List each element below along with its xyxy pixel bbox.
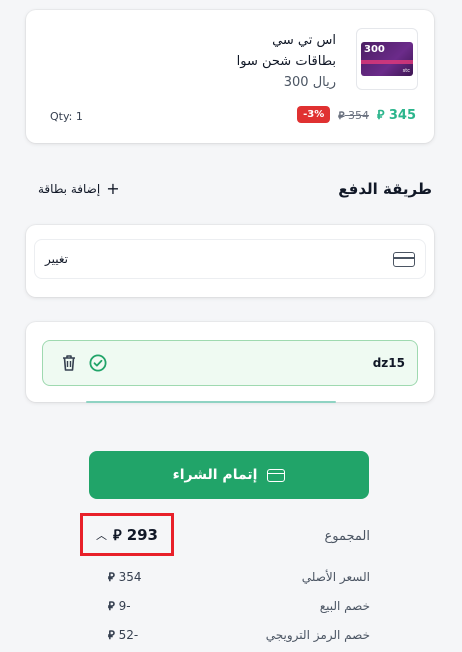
- promo-discount-value: ⃁ 52-: [108, 628, 138, 643]
- promo-discount-amount: 52-: [118, 628, 139, 642]
- add-card-button[interactable]: إضافة بطاقة +: [38, 179, 120, 198]
- currency-icon: ⃁: [112, 528, 122, 544]
- total-label: المجموع: [324, 529, 370, 544]
- trash-icon[interactable]: [61, 354, 77, 372]
- original-price-amount: 354: [118, 570, 142, 584]
- old-price-value: 354: [347, 108, 369, 122]
- thumb-brand: stc: [402, 68, 410, 74]
- check-circle-icon: [89, 354, 107, 372]
- product-info: اس تي سي بطاقات شحن سوا ريال 300: [237, 30, 336, 93]
- product-thumbnail[interactable]: 300 stc: [356, 28, 418, 90]
- original-price-label: السعر الأصلي: [301, 570, 370, 584]
- sale-discount-value: ⃁ 9-: [108, 599, 131, 614]
- currency-icon: ⃁: [338, 109, 345, 122]
- currency-icon: ⃁: [108, 599, 115, 613]
- sale-discount-label: خصم البيع: [319, 599, 370, 613]
- price-row: -3% ⃁ 354 ⃁ 345: [297, 106, 416, 123]
- promo-code-card: dz15: [26, 322, 434, 402]
- stc-card-image: 300 stc: [361, 42, 413, 76]
- card-stripe: [361, 60, 413, 64]
- change-payment-button[interactable]: تغيير: [45, 252, 68, 266]
- product-category: بطاقات شحن سوا: [236, 54, 336, 69]
- payment-method-title: طريقة الدفع: [338, 180, 432, 198]
- discount-badge: -3%: [297, 106, 331, 123]
- old-price: ⃁ 354: [338, 108, 369, 122]
- complete-purchase-button[interactable]: إتمام الشراء: [89, 451, 369, 499]
- payment-method-card: تغيير: [26, 225, 434, 297]
- original-price-value: ⃁ 354: [108, 570, 142, 585]
- thumb-number: 300: [364, 44, 385, 55]
- add-card-label: إضافة بطاقة: [38, 182, 101, 196]
- credit-card-icon: [393, 252, 415, 267]
- divider-line: [86, 401, 336, 403]
- currency-icon: ⃁: [108, 570, 115, 584]
- payment-method-selector[interactable]: تغيير: [34, 239, 426, 279]
- currency-icon: ⃁: [376, 107, 385, 122]
- promo-code-value: dz15: [372, 356, 405, 370]
- total-value: 293: [126, 526, 158, 544]
- currency-icon: ⃁: [108, 628, 115, 642]
- sale-discount-amount: 9-: [118, 599, 131, 613]
- new-price: ⃁ 345: [377, 107, 416, 123]
- chevron-up-icon: ︿: [95, 528, 107, 542]
- quantity-label: Qty: 1: [50, 110, 83, 123]
- complete-purchase-label: إتمام الشراء: [172, 467, 258, 483]
- credit-card-icon: [267, 468, 286, 482]
- product-name: اس تي سي: [272, 33, 336, 48]
- new-price-value: 345: [388, 107, 416, 123]
- product-denomination: ريال 300: [283, 75, 336, 90]
- total-toggle[interactable]: ︿ ⃁ 293: [80, 513, 174, 556]
- promo-code-field[interactable]: dz15: [42, 340, 418, 386]
- plus-icon: +: [106, 179, 120, 198]
- total-amount: ⃁ 293: [113, 525, 158, 544]
- promo-discount-label: خصم الرمز الترويجي: [265, 628, 370, 642]
- product-card: 300 stc اس تي سي بطاقات شحن سوا ريال 300…: [26, 10, 434, 143]
